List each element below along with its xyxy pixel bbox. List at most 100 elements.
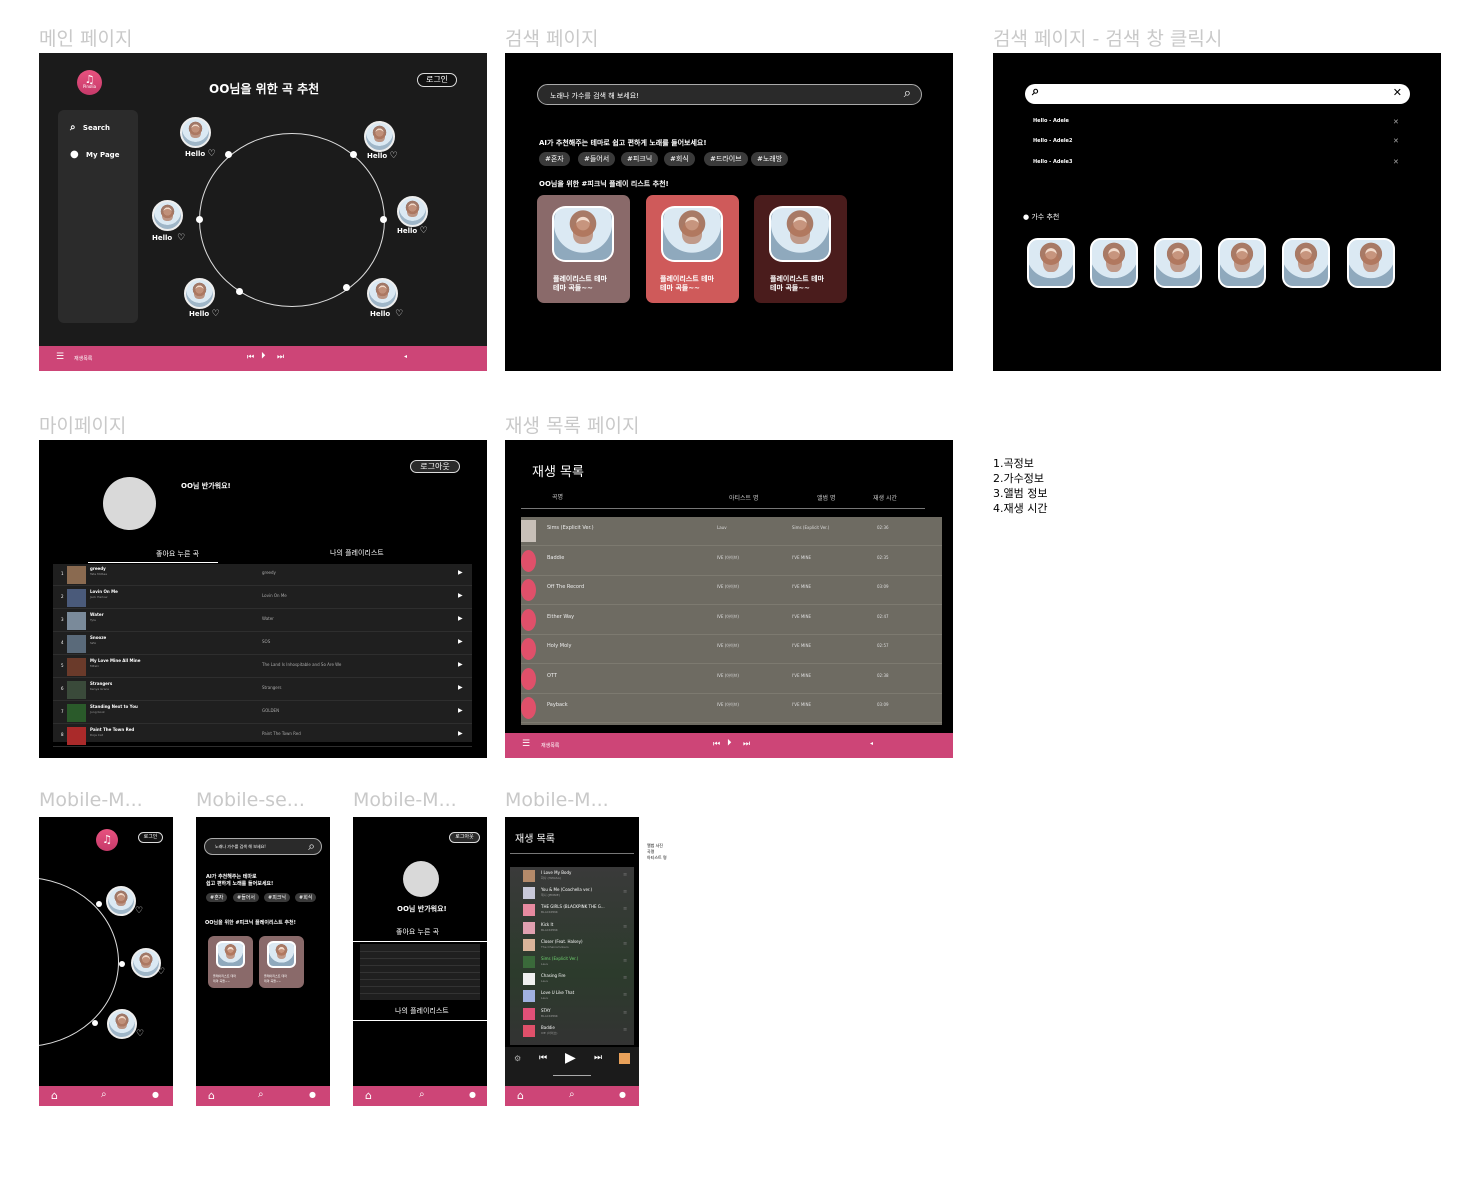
play-icon[interactable]: ▶ bbox=[458, 684, 463, 691]
table-row[interactable]: OTT IVE (아이브) I'VE MINE 02:38 bbox=[521, 665, 942, 694]
list-item[interactable]: Sims (Explicit Ver.) Lauv ≡ bbox=[510, 953, 634, 970]
heart-icon[interactable]: ♡ bbox=[395, 309, 403, 319]
drag-handle-icon[interactable]: ≡ bbox=[623, 906, 627, 912]
drag-handle-icon[interactable]: ≡ bbox=[623, 1010, 627, 1016]
heart-icon[interactable]: ♡ bbox=[135, 906, 143, 916]
play-icon[interactable]: ▶ bbox=[458, 592, 463, 599]
play-icon[interactable]: ▶ bbox=[458, 638, 463, 645]
prev-icon[interactable]: ⏮ bbox=[247, 352, 254, 362]
table-row[interactable]: Holy Moly IVE (아이브) I'VE MINE 02:57 bbox=[521, 635, 942, 664]
artist-thumb[interactable] bbox=[1027, 238, 1075, 288]
theme-tag[interactable]: #피크닉 bbox=[264, 893, 290, 902]
search-result[interactable]: Hello - Adele2 bbox=[1033, 138, 1072, 144]
volume-icon[interactable]: ◂ bbox=[870, 740, 873, 747]
search-icon[interactable]: ⌕ bbox=[308, 839, 315, 854]
list-item[interactable]: Kick It BLACKPINK ≡ bbox=[510, 919, 634, 936]
queue-icon[interactable]: ☰ bbox=[56, 352, 64, 362]
table-row[interactable]: Off The Record IVE (아이브) I'VE MINE 03:09 bbox=[521, 576, 942, 605]
home-icon[interactable]: ⌂ bbox=[208, 1089, 215, 1102]
drag-handle-icon[interactable]: ≡ bbox=[623, 924, 627, 930]
user-icon[interactable]: ● bbox=[469, 1090, 476, 1099]
table-row[interactable]: 2 Lovin On Me Jack Harlow Lovin On Me ▶ bbox=[53, 587, 472, 609]
list-item[interactable]: THE GIRLS (BLACKPINK THE G... BLACKPINK ≡ bbox=[510, 901, 634, 918]
list-item[interactable]: Chasing Fire Lauv ≡ bbox=[510, 970, 634, 987]
artist-thumb[interactable] bbox=[1090, 238, 1138, 288]
login-button[interactable]: 로그인 bbox=[417, 73, 457, 87]
logo-icon[interactable]: ♫ Pinolia bbox=[77, 70, 102, 95]
heart-icon[interactable]: ♡ bbox=[157, 967, 165, 977]
prev-icon[interactable]: ⏮ bbox=[713, 739, 720, 749]
table-row[interactable]: Either Way IVE (아이브) I'VE MINE 02:47 bbox=[521, 606, 942, 635]
list-item[interactable] bbox=[360, 988, 480, 994]
user-icon[interactable]: ● bbox=[152, 1090, 159, 1099]
playlist-card[interactable]: 플레이리스트 테마 테마 곡들~~ bbox=[208, 936, 253, 988]
list-item[interactable] bbox=[360, 960, 480, 966]
list-item[interactable]: I Love My Body 화사 (HWASA) ≡ bbox=[510, 867, 634, 884]
search-icon[interactable]: ⌕ bbox=[419, 1089, 425, 1100]
artist-thumb[interactable] bbox=[1282, 238, 1330, 288]
drag-handle-icon[interactable]: ≡ bbox=[623, 975, 627, 981]
drag-handle-icon[interactable]: ≡ bbox=[623, 992, 627, 998]
album-cover[interactable] bbox=[397, 196, 428, 227]
heart-icon[interactable]: ♡ bbox=[136, 1029, 144, 1039]
sidebar-item-mypage[interactable]: ● My Page bbox=[70, 149, 119, 160]
play-icon[interactable]: ▶ bbox=[458, 615, 463, 622]
now-playing-thumb[interactable] bbox=[619, 1053, 630, 1064]
table-row[interactable]: 3 Water Tyla Water ▶ bbox=[53, 610, 472, 632]
user-icon[interactable]: ● bbox=[309, 1090, 316, 1099]
theme-tag[interactable]: #회식 bbox=[664, 152, 695, 166]
drag-handle-icon[interactable]: ≡ bbox=[623, 958, 627, 964]
search-icon[interactable]: ⌕ bbox=[569, 1089, 575, 1100]
next-icon[interactable]: ⏭ bbox=[594, 1053, 602, 1063]
theme-tag[interactable]: #혼자 bbox=[539, 152, 570, 166]
album-cover[interactable] bbox=[184, 278, 215, 309]
playlist-card[interactable]: 플레이리스트 테마 테마 곡들~~ bbox=[754, 195, 847, 303]
list-item[interactable]: You & Me (Coachella ver.) 제니 (JENNIE) ≡ bbox=[510, 884, 634, 901]
tab-liked[interactable]: 좋아요 누른 곡 bbox=[396, 927, 439, 937]
heart-icon[interactable]: ♡ bbox=[390, 151, 398, 161]
artist-thumb[interactable] bbox=[1154, 238, 1202, 288]
remove-icon[interactable]: ✕ bbox=[1393, 158, 1399, 166]
album-cover[interactable] bbox=[180, 117, 211, 148]
avatar[interactable] bbox=[403, 861, 439, 897]
search-icon[interactable]: ⌕ bbox=[258, 1089, 264, 1100]
search-input[interactable]: 노래나 가수를 검색 해 보세요! ⌕ bbox=[537, 84, 922, 105]
drag-handle-icon[interactable]: ≡ bbox=[623, 941, 627, 947]
next-icon[interactable]: ⏭ bbox=[743, 739, 750, 749]
progress-bar[interactable] bbox=[553, 1075, 591, 1076]
logo-icon[interactable]: ♫ bbox=[96, 829, 118, 851]
search-input-active[interactable]: ⌕ ✕ bbox=[1025, 84, 1410, 104]
playlist-card[interactable]: 플레이리스트 테마 테마 곡들~~ bbox=[259, 936, 304, 988]
list-item[interactable]: STAY BLACKPINK ≡ bbox=[510, 1005, 634, 1022]
heart-icon[interactable]: ♡ bbox=[177, 233, 185, 243]
avatar[interactable] bbox=[103, 477, 156, 530]
settings-icon[interactable]: ⚙ bbox=[514, 1054, 521, 1063]
heart-icon[interactable]: ♡ bbox=[208, 149, 216, 159]
theme-tag[interactable]: #들어서 bbox=[233, 893, 259, 902]
home-icon[interactable]: ⌂ bbox=[517, 1089, 524, 1102]
table-row[interactable]: 5 My Love Mine All Mine Mitski The Land Is … bbox=[53, 656, 472, 678]
playlist-card[interactable]: 플레이리스트 테마 테마 곡들~~ bbox=[537, 195, 630, 303]
album-cover[interactable] bbox=[152, 200, 183, 231]
tab-my-playlist[interactable]: 나의 플레이리스트 bbox=[330, 548, 384, 558]
play-icon[interactable]: ▶ bbox=[458, 707, 463, 714]
search-icon[interactable]: ⌕ bbox=[101, 1089, 107, 1100]
logout-button[interactable]: 로그아웃 bbox=[449, 832, 480, 843]
close-icon[interactable]: ✕ bbox=[1393, 86, 1402, 99]
list-item[interactable] bbox=[360, 953, 480, 959]
remove-icon[interactable]: ✕ bbox=[1393, 137, 1399, 145]
list-item[interactable] bbox=[360, 946, 480, 952]
next-icon[interactable]: ⏭ bbox=[277, 352, 284, 362]
drag-handle-icon[interactable]: ≡ bbox=[623, 1027, 627, 1033]
theme-tag[interactable]: #회식 bbox=[295, 893, 317, 902]
play-icon[interactable]: ⏵ bbox=[261, 351, 266, 361]
search-input[interactable]: 노래나 가수를 검색 해 보세요! ⌕ bbox=[204, 838, 322, 855]
theme-tag[interactable]: #혼자 bbox=[206, 893, 228, 902]
login-button[interactable]: 로그인 bbox=[138, 832, 163, 843]
home-icon[interactable]: ⌂ bbox=[51, 1089, 58, 1102]
table-row[interactable]: 6 Strangers Kenya Grace Strangers ▶ bbox=[53, 679, 472, 701]
play-icon[interactable]: ⏵ bbox=[727, 738, 732, 748]
play-icon[interactable]: ▶ bbox=[458, 569, 463, 576]
tab-my-playlist[interactable]: 나의 플레이리스트 bbox=[395, 1006, 449, 1016]
album-cover[interactable] bbox=[364, 121, 395, 152]
